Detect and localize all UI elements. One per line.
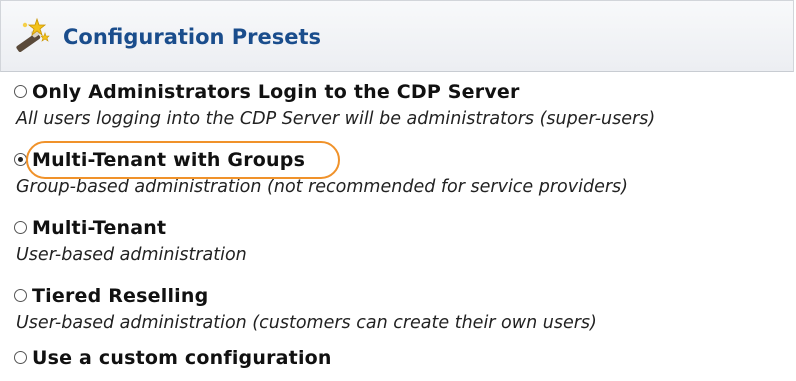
wand-icon — [16, 17, 50, 52]
option-label[interactable]: Tiered Reselling — [32, 284, 208, 308]
radio-row[interactable]: Multi-Tenant with Groups — [14, 148, 794, 174]
page-title: Configuration Presets — [63, 25, 322, 49]
option-description: User-based administration (customers can… — [16, 313, 597, 333]
radio-row[interactable]: Use a custom configuration — [14, 346, 794, 372]
radio-button[interactable] — [14, 351, 27, 364]
radio-button[interactable] — [14, 85, 27, 98]
radio-row[interactable]: Tiered Reselling — [14, 284, 794, 310]
option-label[interactable]: Multi-Tenant — [32, 216, 166, 240]
option-label[interactable]: Only Administrators Login to the CDP Ser… — [32, 80, 520, 104]
preset-option-multi-tenant[interactable]: Multi-Tenant User-based administration — [14, 216, 794, 265]
option-label[interactable]: Use a custom configuration — [32, 346, 332, 370]
radio-button[interactable] — [14, 221, 27, 234]
option-description: User-based administration — [16, 245, 247, 265]
preset-option-admin-only[interactable]: Only Administrators Login to the CDP Ser… — [14, 80, 794, 129]
option-label[interactable]: Multi-Tenant with Groups — [32, 148, 305, 172]
radio-row[interactable]: Only Administrators Login to the CDP Ser… — [14, 80, 794, 106]
configuration-presets-panel: Configuration Presets Only Administrator… — [0, 0, 796, 381]
option-description: Group-based administration (not recommen… — [16, 177, 628, 197]
radio-button-selected[interactable] — [14, 153, 27, 166]
preset-option-custom[interactable]: Use a custom configuration — [14, 346, 794, 372]
radio-button[interactable] — [14, 289, 27, 302]
radio-row[interactable]: Multi-Tenant — [14, 216, 794, 242]
preset-option-tiered-reselling[interactable]: Tiered Reselling User-based administrati… — [14, 284, 794, 333]
option-description: All users logging into the CDP Server wi… — [16, 109, 656, 129]
preset-option-multi-tenant-groups[interactable]: Multi-Tenant with Groups Group-based adm… — [14, 148, 794, 197]
panel-header: Configuration Presets — [0, 0, 794, 72]
